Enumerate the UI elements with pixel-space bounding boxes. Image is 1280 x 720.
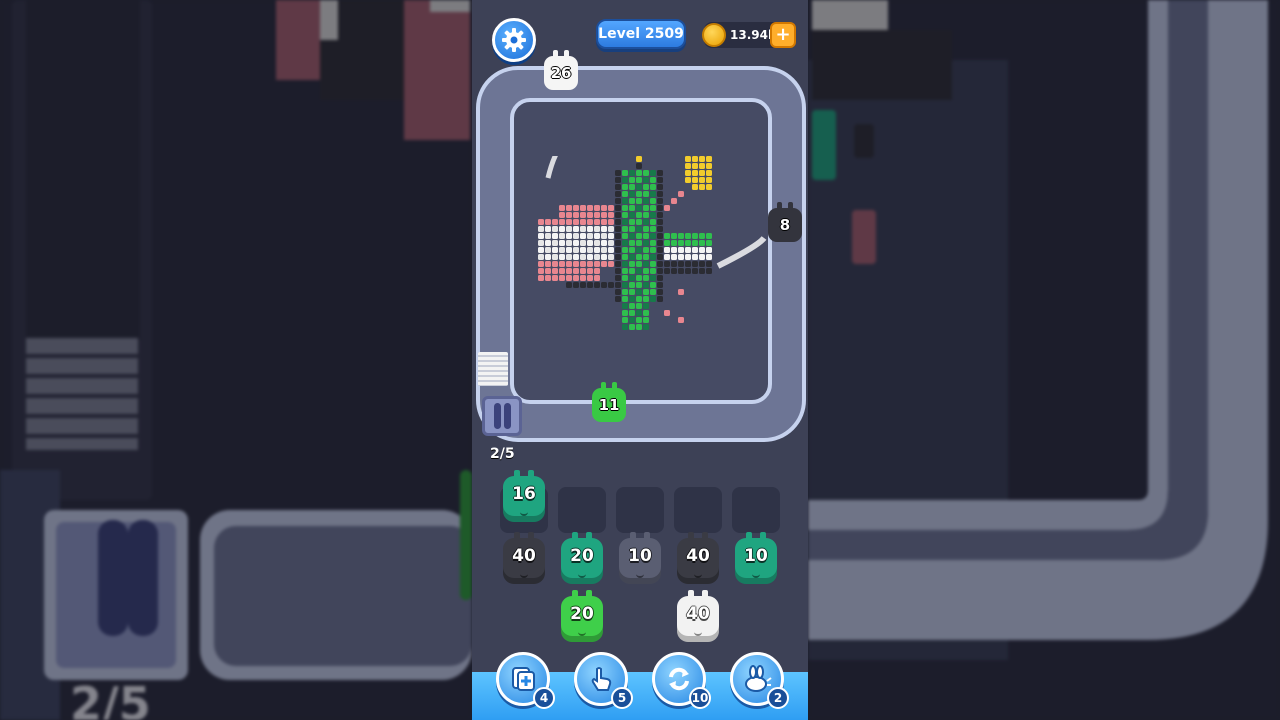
coin-counter: 13.94k + [702, 22, 796, 48]
shuffle-powerup[interactable]: 10 [652, 652, 711, 709]
queue-cup-5-count: 10 [744, 546, 768, 566]
rabbit-count: 2 [767, 687, 789, 709]
queue-cup-2-count: 20 [570, 546, 594, 566]
add-slot-icon [512, 667, 535, 691]
game-screen: 2/5 Level 2509 13.94k + 26 8 11 2/5 16 4… [0, 0, 1280, 720]
add-coins-button[interactable]: + [770, 22, 796, 48]
background-right [808, 0, 1280, 720]
launch-trail [545, 156, 559, 179]
runner-right-count: 8 [779, 216, 791, 234]
queue-cup-3-count: 10 [628, 546, 652, 566]
shuffle-icon [669, 667, 689, 691]
add-slot-count: 4 [533, 687, 555, 709]
slot-cup-1-count: 16 [512, 484, 536, 504]
add-slot-powerup[interactable]: 4 [496, 652, 555, 709]
slot-2[interactable] [558, 487, 606, 533]
background-left: 2/5 [0, 0, 472, 720]
queue-cup-3[interactable]: 10 [619, 532, 661, 584]
slot-5[interactable] [732, 487, 780, 533]
slot-4[interactable] [674, 487, 722, 533]
queue-cup-6-count: 20 [570, 604, 594, 624]
tap-count: 5 [611, 687, 633, 709]
queue-cup-2[interactable]: 20 [561, 532, 603, 584]
rabbit-powerup[interactable]: 2 [730, 652, 789, 709]
game-board: Level 2509 13.94k + 26 8 11 2/5 16 40 20… [472, 0, 808, 720]
queue-cup-7-count: 40 [686, 604, 710, 624]
runner-bottom-count: 11 [598, 396, 620, 414]
plus-icon: + [775, 24, 791, 45]
slot-3[interactable] [616, 487, 664, 533]
shuffle-count: 10 [689, 687, 711, 709]
tap-powerup[interactable]: 5 [574, 652, 633, 709]
queue-cup-6[interactable]: 20 [561, 590, 603, 642]
gear-icon [502, 28, 526, 52]
queue-cup-4-count: 40 [686, 546, 710, 566]
coin-icon [702, 23, 726, 47]
rabbit-icon [745, 665, 772, 692]
runner-bottom[interactable]: 11 [592, 382, 626, 422]
entry-stack [478, 352, 508, 386]
queue-cup-1-count: 40 [512, 546, 536, 566]
hand-tap-icon [591, 667, 612, 691]
launch-trail-right [716, 235, 767, 269]
queue-cup-4[interactable]: 40 [677, 532, 719, 584]
conveyor-gate [482, 396, 522, 436]
runner-top[interactable]: 26 [544, 50, 578, 90]
conveyor-capacity-label: 2/5 [490, 446, 515, 462]
pixel-art-target[interactable] [538, 156, 798, 346]
queue-cup-7[interactable]: 40 [677, 590, 719, 642]
runner-right[interactable]: 8 [768, 202, 802, 242]
settings-button[interactable] [492, 18, 536, 62]
slot-cup-1[interactable]: 16 [503, 470, 545, 522]
runner-top-count: 26 [550, 64, 572, 82]
queue-cup-1[interactable]: 40 [503, 532, 545, 584]
queue-cup-5[interactable]: 10 [735, 532, 777, 584]
level-indicator: Level 2509 [596, 19, 686, 49]
